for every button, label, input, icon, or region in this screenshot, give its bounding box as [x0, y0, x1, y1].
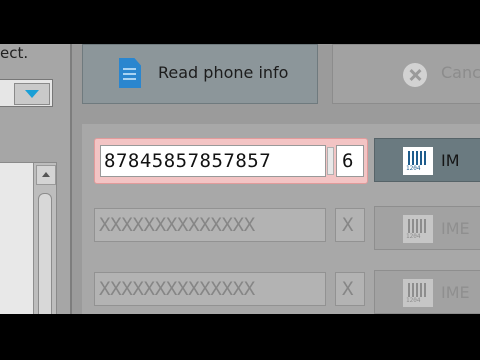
- barcode-icon-number: 1204: [406, 233, 421, 240]
- imei-row: 87845857857857 6 1204 IM: [94, 138, 480, 184]
- check-digit-field[interactable]: X: [335, 272, 365, 306]
- imei-input[interactable]: XXXXXXXXXXXXXX: [94, 272, 326, 306]
- app-window: ect. Read phone info Canc 87845857857857…: [0, 44, 480, 314]
- imei-button-label: IM: [441, 151, 460, 170]
- scroll-thumb[interactable]: [38, 193, 52, 314]
- read-phone-info-label: Read phone info: [158, 63, 289, 82]
- chevron-down-icon: [25, 90, 39, 98]
- field-separator: [327, 147, 334, 175]
- document-icon: [119, 58, 141, 88]
- dropdown-toggle-button[interactable]: [14, 83, 50, 105]
- scroll-up-button[interactable]: [36, 165, 56, 185]
- imei-row: XXXXXXXXXXXXXX X 1204 IME: [94, 266, 480, 314]
- imei-input[interactable]: XXXXXXXXXXXXXX: [94, 208, 326, 242]
- check-digit-field[interactable]: X: [335, 208, 365, 242]
- imei-button-label: IME: [441, 219, 470, 238]
- barcode-icon-number: 1204: [406, 165, 421, 172]
- check-digit-field[interactable]: 6: [336, 145, 364, 177]
- barcode-icon-number: 1204: [406, 297, 421, 304]
- left-panel: ect.: [0, 44, 72, 314]
- cancel-label: Canc: [441, 63, 480, 82]
- close-icon: [403, 63, 427, 87]
- device-dropdown[interactable]: [0, 79, 53, 107]
- device-list[interactable]: [0, 162, 57, 314]
- select-prompt-text: ect.: [0, 44, 29, 62]
- imei-row-highlight: 87845857857857 6: [94, 138, 368, 184]
- read-phone-info-button[interactable]: Read phone info: [82, 44, 318, 104]
- imei-row: XXXXXXXXXXXXXX X 1204 IME: [94, 202, 480, 250]
- imei-input[interactable]: 87845857857857: [100, 145, 326, 177]
- cancel-button[interactable]: Canc: [332, 44, 480, 104]
- list-scrollbar[interactable]: [33, 163, 56, 314]
- barcode-icon: 1204: [403, 215, 433, 243]
- barcode-icon: 1204: [403, 279, 433, 307]
- imei-button-label: IME: [441, 283, 470, 302]
- write-imei-button[interactable]: 1204 IME: [374, 270, 480, 314]
- barcode-icon: 1204: [403, 147, 433, 175]
- write-imei-button[interactable]: 1204 IME: [374, 206, 480, 250]
- imei-panel: 87845857857857 6 1204 IM XXXXXXXXXXXXXX …: [82, 124, 480, 314]
- write-imei-button[interactable]: 1204 IM: [374, 138, 480, 182]
